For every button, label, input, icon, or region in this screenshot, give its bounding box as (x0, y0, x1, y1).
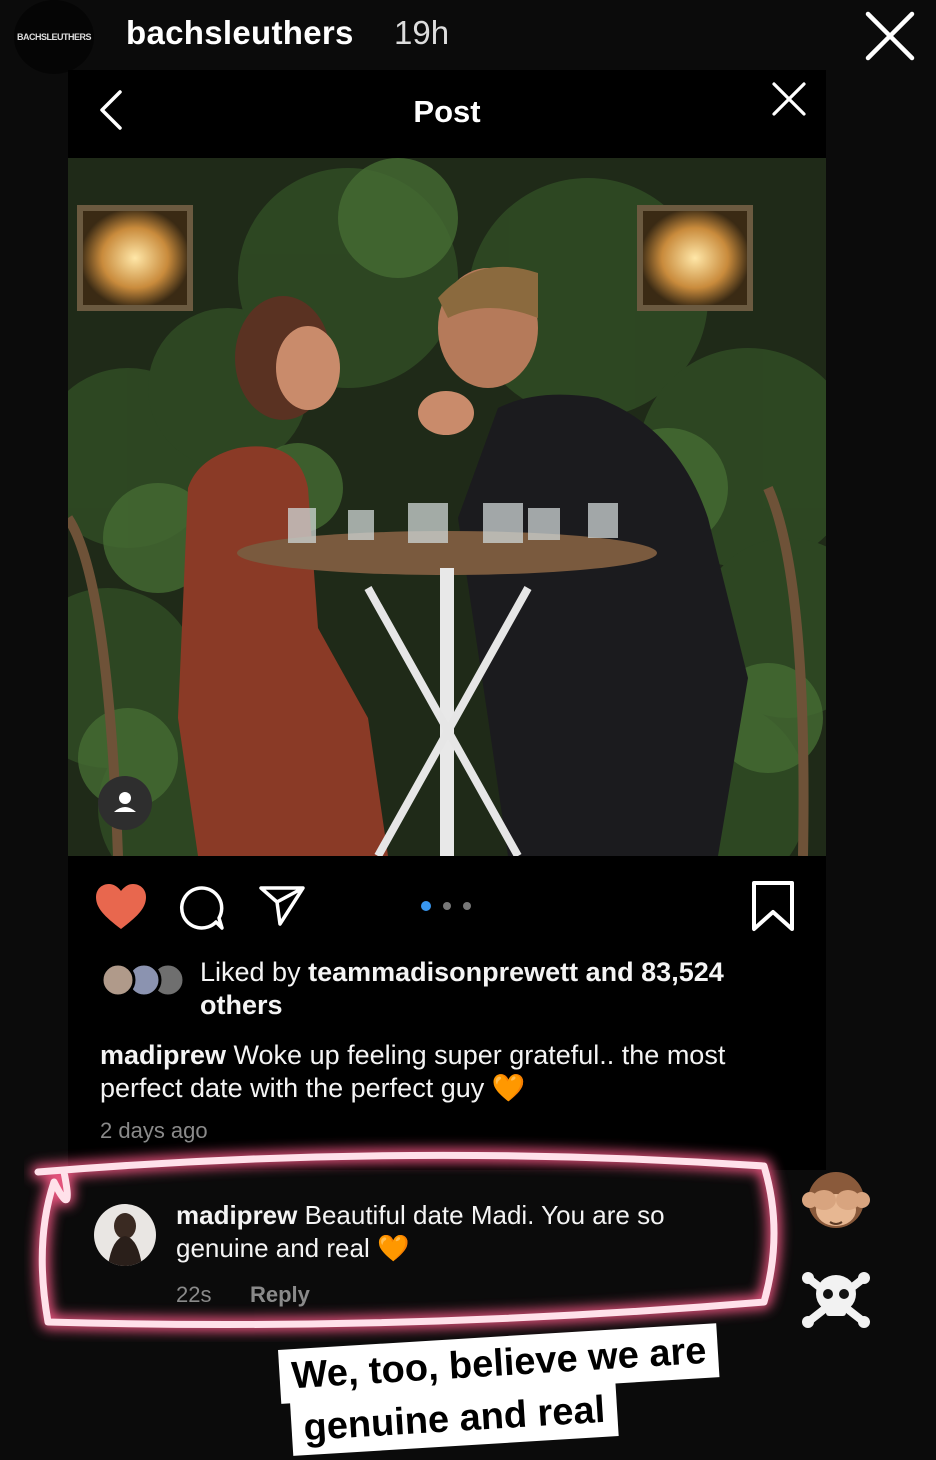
story-avatar[interactable]: BACHSLEUTHERS (14, 0, 94, 74)
post-photo[interactable] (68, 158, 826, 856)
close-icon[interactable] (862, 8, 918, 64)
page-title: Post (413, 94, 481, 129)
comment-timestamp: 22s (176, 1282, 212, 1307)
comment-icon[interactable] (178, 884, 226, 932)
caption-username[interactable]: madiprew (100, 1040, 226, 1070)
carousel-dot (463, 902, 471, 910)
see-no-evil-monkey-icon (802, 1172, 870, 1228)
carousel-indicator (421, 901, 471, 911)
liked-by-username[interactable]: teammadisonprewett (308, 957, 578, 987)
carousel-dot-active (421, 901, 431, 911)
share-icon[interactable] (258, 884, 306, 928)
story-timestamp: 19h (394, 14, 450, 51)
carousel-dot (443, 902, 451, 910)
person-icon (114, 792, 136, 812)
liker-avatars (100, 962, 186, 998)
story-username[interactable]: bachsleuthers (126, 14, 354, 52)
likes-prefix: Liked by (200, 957, 309, 987)
liker-avatar (100, 962, 136, 998)
commenter-photo (108, 1213, 142, 1266)
skull-and-crossbones-icon (802, 1272, 870, 1328)
post-close-icon[interactable] (770, 80, 808, 118)
heart-icon[interactable] (94, 882, 148, 932)
tagged-people-button[interactable] (98, 776, 152, 830)
comment-username[interactable]: madiprew (176, 1200, 297, 1230)
comment-text: madiprew Beautiful date Madi. You are so… (176, 1199, 756, 1265)
post-caption: madiprew Woke up feeling super grateful.… (100, 1039, 800, 1105)
likes-summary[interactable]: Liked by teammadisonprewett and 83,524 o… (200, 956, 800, 1022)
story-avatar-logo: BACHSLEUTHERS (16, 32, 92, 42)
reply-button[interactable]: Reply (250, 1282, 310, 1308)
comment-avatar[interactable] (94, 1204, 156, 1266)
bookmark-icon[interactable] (750, 880, 796, 932)
